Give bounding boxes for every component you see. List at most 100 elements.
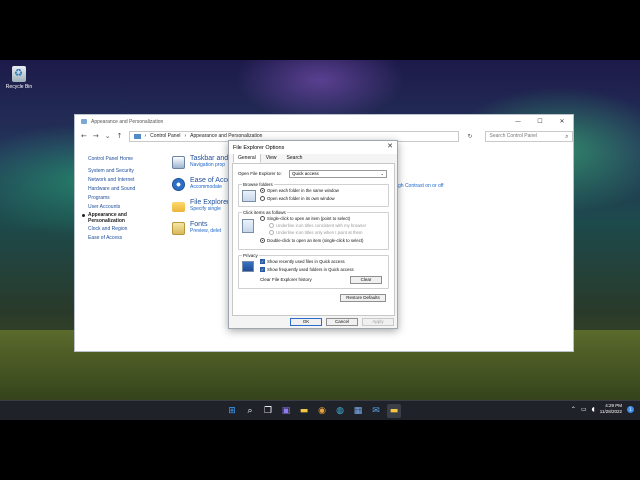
radio-underline-point[interactable]: Underline icon titles only when I point … bbox=[269, 230, 362, 235]
tab-view[interactable]: View bbox=[261, 153, 282, 163]
sidebar: Control Panel Home System and Security N… bbox=[82, 155, 158, 243]
radio-underline-browser[interactable]: Underline icon titles consistent with my… bbox=[269, 223, 366, 228]
chat-icon[interactable]: ▣ bbox=[279, 404, 293, 418]
restore-defaults-button[interactable]: Restore Defaults bbox=[340, 294, 386, 302]
sidebar-item-home[interactable]: Control Panel Home bbox=[88, 155, 158, 164]
network-icon[interactable]: ▭ bbox=[581, 406, 587, 413]
category-item-fonts[interactable]: Fonts Preview, delet bbox=[172, 221, 232, 243]
privacy-icon bbox=[242, 261, 254, 272]
screen: Recycle Bin Appearance and Personalizati… bbox=[0, 0, 640, 480]
search-icon[interactable]: ⌕ bbox=[243, 404, 257, 418]
radio-underline-browser-label: Underline icon titles consistent with my… bbox=[276, 223, 367, 228]
radio-underline-point-label: Underline icon titles only when I point … bbox=[276, 230, 363, 235]
high-contrast-link[interactable]: gh Contrast on or off bbox=[398, 183, 444, 189]
sidebar-item-appearance[interactable]: Appearance and Personalization bbox=[82, 212, 138, 225]
tab-search[interactable]: Search bbox=[282, 153, 308, 163]
clear-button[interactable]: Clear bbox=[350, 276, 382, 284]
minimize-button[interactable]: — bbox=[507, 115, 529, 128]
category-title[interactable]: Ease of Acce bbox=[190, 177, 232, 184]
category-subtitle[interactable]: Preview, delet bbox=[190, 228, 232, 234]
clear-history-label: Clear File Explorer history bbox=[260, 277, 312, 282]
privacy-group: Privacy ✓ Show recently used files in Qu… bbox=[238, 253, 389, 289]
folder-icon bbox=[172, 202, 185, 212]
chrome-icon[interactable]: ◉ bbox=[315, 404, 329, 418]
control-panel-icon bbox=[81, 119, 87, 124]
sidebar-item-network[interactable]: Network and Internet bbox=[88, 176, 158, 185]
category-subtitle[interactable]: Accommodate bbox=[190, 184, 232, 190]
radio-same-window-label: Open each folder in the same window bbox=[267, 188, 339, 193]
edge-icon[interactable]: ◍ bbox=[333, 404, 347, 418]
category-title[interactable]: Taskbar and bbox=[190, 155, 232, 162]
radio-dot bbox=[260, 196, 265, 201]
store-icon[interactable]: ▦ bbox=[351, 404, 365, 418]
category-title[interactable]: Fonts bbox=[190, 221, 232, 228]
recycle-bin-label: Recycle Bin bbox=[5, 84, 33, 90]
cancel-button[interactable]: Cancel bbox=[326, 318, 358, 326]
mail-icon[interactable]: ✉ bbox=[369, 404, 383, 418]
chevron-up-icon[interactable]: ⌃ bbox=[571, 406, 576, 413]
radio-dot bbox=[269, 223, 274, 228]
checkmark-icon: ✓ bbox=[260, 259, 265, 264]
category-subtitle[interactable]: Specify single bbox=[190, 206, 232, 212]
control-panel-titlebar: Appearance and Personalization — ☐ ✕ bbox=[75, 115, 573, 128]
sidebar-item-programs[interactable]: Programs bbox=[88, 194, 158, 203]
click-items-group: Click items as follows Single-click to o… bbox=[238, 210, 389, 250]
breadcrumb-appearance[interactable]: Appearance and Personalization bbox=[190, 133, 262, 139]
apply-button[interactable]: Apply bbox=[362, 318, 394, 326]
click-items-legend: Click items as follows bbox=[242, 210, 287, 215]
dialog-close-icon[interactable]: ✕ bbox=[387, 142, 393, 150]
radio-double-click[interactable]: Double-click to open an item (single-cli… bbox=[260, 238, 363, 243]
sidebar-item-user-accounts[interactable]: User Accounts bbox=[88, 203, 158, 212]
checkbox-show-frequent[interactable]: ✓ Show frequently used folders in Quick … bbox=[260, 267, 354, 272]
recycle-bin-icon bbox=[12, 66, 26, 82]
category-item-taskbar[interactable]: Taskbar and Navigation prop bbox=[172, 155, 232, 177]
open-explorer-label: Open File Explorer to: bbox=[238, 171, 282, 176]
file-explorer-options-dialog: File Explorer Options ✕ General View Sea… bbox=[228, 140, 398, 329]
browse-folders-legend: Browse folders bbox=[242, 182, 274, 187]
radio-own-window[interactable]: Open each folder in its own window bbox=[260, 196, 335, 201]
search-icon: ⌕ bbox=[565, 132, 569, 140]
notification-badge[interactable]: 1 bbox=[627, 405, 634, 413]
forward-button[interactable]: → bbox=[93, 132, 99, 140]
recycle-bin-shortcut[interactable]: Recycle Bin bbox=[4, 66, 34, 90]
maximize-button[interactable]: ☐ bbox=[529, 115, 551, 128]
system-tray: ⌃ ▭ ◖ 4:29 PM 11/28/2022 1 bbox=[571, 403, 634, 415]
category-items: Taskbar and Navigation prop Ease of Acce… bbox=[172, 155, 232, 243]
category-item-ease-of-access[interactable]: Ease of Acce Accommodate bbox=[172, 177, 232, 199]
close-button[interactable]: ✕ bbox=[551, 115, 573, 128]
radio-same-window[interactable]: Open each folder in the same window bbox=[260, 188, 339, 193]
volume-icon[interactable]: ◖ bbox=[592, 406, 595, 413]
sidebar-item-ease-of-access[interactable]: Ease of Access bbox=[88, 234, 158, 243]
browse-folders-icon bbox=[242, 190, 256, 202]
breadcrumb-control-panel[interactable]: Control Panel bbox=[150, 133, 180, 139]
radio-own-window-label: Open each folder in its own window bbox=[267, 196, 335, 201]
tab-general[interactable]: General bbox=[233, 153, 261, 163]
up-button[interactable]: ↑ bbox=[117, 132, 123, 140]
category-item-file-explorer[interactable]: File Explorer Specify single bbox=[172, 199, 232, 221]
open-explorer-value: Quick access bbox=[292, 171, 319, 176]
category-title[interactable]: File Explorer bbox=[190, 199, 232, 206]
task-view-icon[interactable]: ❐ bbox=[261, 404, 275, 418]
ease-of-access-icon bbox=[172, 178, 185, 191]
ok-button[interactable]: OK bbox=[290, 318, 322, 326]
checkbox-show-recent[interactable]: ✓ Show recently used files in Quick acce… bbox=[260, 259, 345, 264]
open-explorer-dropdown[interactable]: Quick access ⌄ bbox=[289, 170, 387, 178]
dialog-title: File Explorer Options bbox=[233, 144, 285, 151]
start-windows-icon[interactable]: ⊞ bbox=[225, 404, 239, 418]
sidebar-item-clock-region[interactable]: Clock and Region bbox=[88, 225, 158, 234]
file-explorer-icon[interactable]: ▬ bbox=[297, 404, 311, 418]
folder-icon[interactable]: ▬ bbox=[387, 404, 401, 418]
checkmark-icon: ✓ bbox=[260, 267, 265, 272]
sidebar-item-hardware[interactable]: Hardware and Sound bbox=[88, 185, 158, 194]
radio-single-click[interactable]: Single-click to open an item (point to s… bbox=[260, 216, 350, 221]
recent-locations-button[interactable]: ⌄ bbox=[105, 132, 111, 140]
breadcrumb-separator: › bbox=[144, 133, 147, 139]
sidebar-item-system-security[interactable]: System and Security bbox=[88, 167, 158, 176]
taskbar: ⊞ ⌕ ❐ ▣ ▬ ◉ ◍ ▦ ✉ ▬ ⌃ ▭ ◖ 4:29 PM 11/28/… bbox=[0, 400, 640, 420]
fonts-icon bbox=[172, 222, 185, 235]
search-input[interactable]: Search Control Panel ⌕ bbox=[484, 130, 573, 142]
category-subtitle[interactable]: Navigation prop bbox=[190, 162, 232, 168]
back-button[interactable]: ← bbox=[81, 132, 87, 140]
refresh-icon[interactable]: ↻ bbox=[468, 133, 473, 140]
clock[interactable]: 4:29 PM 11/28/2022 bbox=[600, 403, 622, 415]
